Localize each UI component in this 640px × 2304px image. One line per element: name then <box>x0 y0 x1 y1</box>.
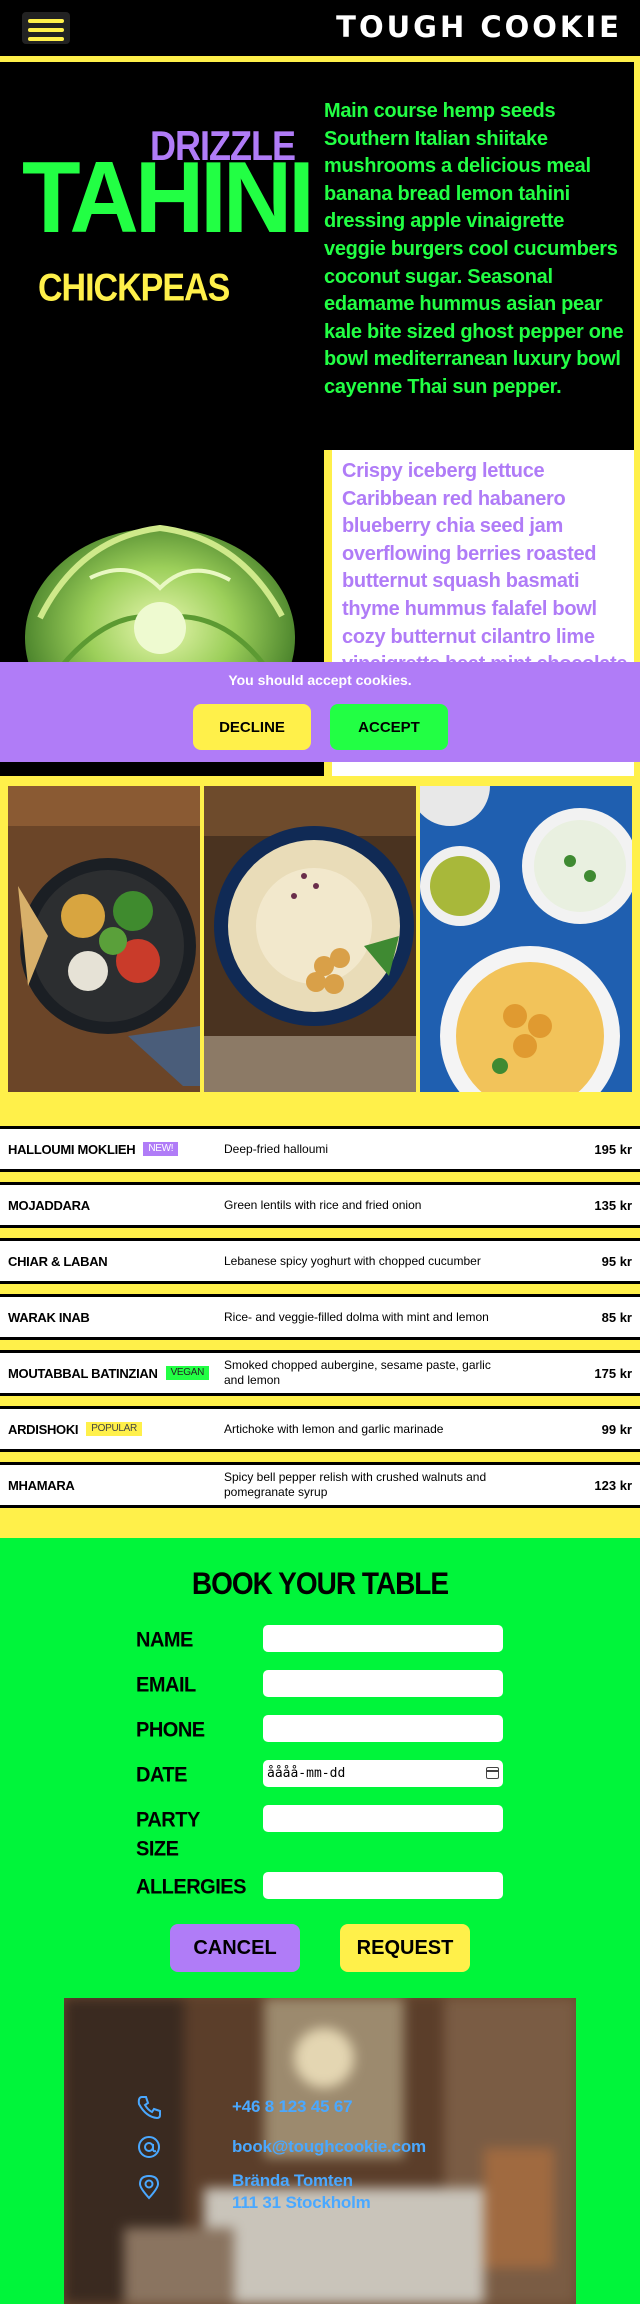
party-size-label: PARTY SIZE <box>136 1808 200 1862</box>
contact-phone[interactable]: +46 8 123 45 67 <box>232 2096 353 2118</box>
address-line-1: Brända Tomten <box>232 2171 353 2190</box>
hero-title-chickpeas: CHICKPEAS <box>38 266 230 310</box>
dish-price: 175 kr <box>594 1365 632 1381</box>
salad-bowl-photo <box>8 786 200 1092</box>
dish-description: Rice- and veggie-filled dolma with mint … <box>224 1309 489 1324</box>
menu-row: WARAK INAB Rice- and veggie-filled dolma … <box>0 1294 640 1340</box>
email-field[interactable] <box>263 1670 503 1697</box>
date-placeholder: åååå-mm-dd <box>267 1766 346 1781</box>
hero-title: DRIZZLE TAHINI CHICKPEAS <box>22 122 322 322</box>
dish-description: Deep-fried halloumi <box>224 1141 329 1156</box>
menu-list: HALLOUMI MOKLIEH NEW! Deep-fried halloumi 1… <box>0 1106 640 1538</box>
menu-row: MHAMARA Spicy bell pepper relish with cru… <box>0 1462 640 1508</box>
request-button[interactable]: REQUEST <box>340 1924 470 1972</box>
dish-description: Artichoke with lemon and garlic marinade <box>224 1421 444 1436</box>
hero-green-text: Main course hemp seeds Southern Italian … <box>324 100 624 398</box>
menu-icon[interactable] <box>22 12 70 44</box>
name-label: NAME <box>136 1628 193 1652</box>
dish-name: MOJADDARA <box>8 1185 90 1225</box>
dish-title: MOJADDARA <box>8 1197 90 1213</box>
dish-price: 123 kr <box>594 1477 632 1493</box>
allergies-field[interactable] <box>263 1872 503 1899</box>
hummus-plate-photo <box>204 786 416 1092</box>
email-icon <box>138 2136 160 2158</box>
dish-description: Green lentils with rice and fried onion <box>224 1197 422 1212</box>
accept-button[interactable]: ACCEPT <box>330 704 448 750</box>
party-size-field[interactable] <box>263 1805 503 1832</box>
dish-name: WARAK INAB <box>8 1297 90 1337</box>
cookie-banner: You should accept cookies. DECLINE ACCEP… <box>0 662 640 762</box>
dish-price: 85 kr <box>601 1309 632 1325</box>
dish-description: Lebanese spicy yoghurt with chopped cucu… <box>224 1253 481 1268</box>
hero-title-tahini: TAHINI <box>22 141 315 255</box>
dish-price: 99 kr <box>601 1421 632 1437</box>
dish-name: HALLOUMI MOKLIEH NEW! <box>8 1129 179 1169</box>
booking-title: BOOK YOUR TABLE <box>191 1566 449 1601</box>
dish-price: 95 kr <box>601 1253 632 1269</box>
email-label: EMAIL <box>136 1673 196 1697</box>
calendar-icon[interactable] <box>486 1767 499 1779</box>
phone-icon <box>137 2096 161 2120</box>
phone-label: PHONE <box>136 1718 205 1742</box>
contact-address[interactable]: Brända Tomten 111 31 Stockholm <box>232 2170 371 2214</box>
dish-badge: NEW! <box>143 1142 179 1156</box>
menu-row: MOUTABBAL BATINZIAN VEGAN Smoked chopped a… <box>0 1350 640 1396</box>
date-field[interactable]: åååå-mm-dd <box>263 1760 503 1787</box>
contact-card: +46 8 123 45 67 book@toughcookie.com Brä… <box>64 1998 576 2304</box>
dish-description: Spicy bell pepper relish with crushed wa… <box>224 1470 487 1499</box>
address-line-2: 111 31 Stockholm <box>232 2193 371 2212</box>
location-pin-icon <box>138 2174 160 2200</box>
dish-name: MOUTABBAL BATINZIAN VEGAN <box>8 1353 210 1393</box>
menu-row: MOJADDARA Green lentils with rice and fri… <box>0 1182 640 1228</box>
dish-name: ARDISHOKI POPULAR <box>8 1409 142 1449</box>
brand-logo[interactable]: TOUGH COOKIE <box>336 10 622 44</box>
phone-field[interactable] <box>263 1715 503 1742</box>
dish-price: 195 kr <box>594 1141 632 1157</box>
dish-name: MHAMARA <box>8 1465 75 1505</box>
dish-title: MHAMARA <box>8 1477 75 1493</box>
decline-button[interactable]: DECLINE <box>193 704 311 750</box>
dish-title: ARDISHOKI <box>8 1421 79 1437</box>
allergies-label: ALLERGIES <box>136 1875 246 1899</box>
date-label: DATE <box>136 1763 187 1787</box>
site-header: TOUGH COOKIE <box>0 0 640 56</box>
dish-title: CHIAR & LABAN <box>8 1253 108 1269</box>
dish-title: HALLOUMI MOKLIEH <box>8 1141 136 1157</box>
name-field[interactable] <box>263 1625 503 1652</box>
menu-row: ARDISHOKI POPULAR Artichoke with lemon and… <box>0 1406 640 1452</box>
dish-name: CHIAR & LABAN <box>8 1241 108 1281</box>
photo-gallery <box>0 776 640 1106</box>
dish-title: WARAK INAB <box>8 1309 90 1325</box>
dish-title: MOUTABBAL BATINZIAN <box>8 1365 158 1381</box>
menu-row: HALLOUMI MOKLIEH NEW! Deep-fried halloumi 1… <box>0 1126 640 1172</box>
dish-price: 135 kr <box>594 1197 632 1213</box>
contact-email[interactable]: book@toughcookie.com <box>232 2136 426 2158</box>
menu-row: CHIAR & LABAN Lebanese spicy yoghurt with… <box>0 1238 640 1284</box>
cancel-button[interactable]: CANCEL <box>170 1924 300 1972</box>
dips-table-photo <box>420 786 632 1092</box>
dish-description: Smoked chopped aubergine, sesame paste, … <box>224 1358 491 1387</box>
dish-badge: VEGAN <box>165 1366 210 1380</box>
cookie-message: You should accept cookies. <box>228 672 412 688</box>
dish-badge: POPULAR <box>86 1422 142 1436</box>
